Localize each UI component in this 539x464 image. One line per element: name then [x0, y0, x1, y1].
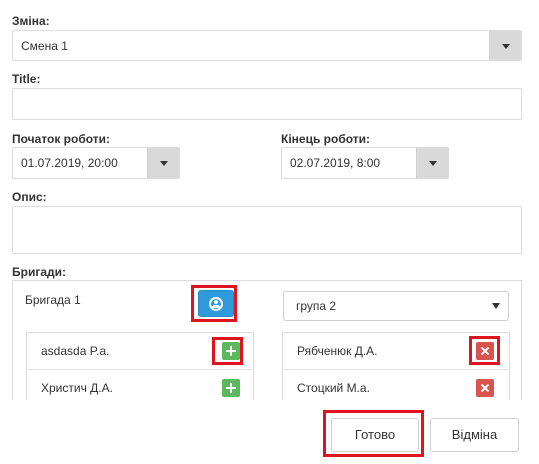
- list-item: Стоцкий М.а.: [283, 369, 509, 400]
- caret-down-icon: [428, 161, 437, 166]
- group-select-value: група 2: [296, 299, 337, 313]
- title-input[interactable]: [12, 88, 522, 120]
- caret-down-icon: [501, 43, 510, 49]
- start-datetime-value: 01.07.2019, 20:00: [21, 156, 118, 170]
- end-dropdown-button[interactable]: [416, 148, 448, 178]
- start-dropdown-button[interactable]: [147, 148, 179, 178]
- remove-member-button[interactable]: [476, 378, 494, 397]
- add-member-button[interactable]: [222, 378, 240, 397]
- user-circle-icon: [209, 296, 223, 311]
- end-label: Кінець роботи:: [281, 132, 371, 146]
- cancel-button[interactable]: Відміна: [430, 418, 519, 452]
- member-name: Стоцкий М.а.: [297, 380, 370, 395]
- group-select[interactable]: група 2: [283, 291, 509, 321]
- shift-label: Зміна:: [12, 14, 50, 28]
- caret-down-icon: [492, 303, 500, 309]
- member-name: Рябченюк Д.А.: [297, 344, 378, 358]
- brigades-label: Бригади:: [12, 265, 66, 279]
- shift-select[interactable]: Смена 1: [12, 30, 522, 61]
- list-item: Рябченюк Д.А.: [283, 333, 509, 369]
- done-button[interactable]: Готово: [331, 418, 419, 452]
- start-datetime-input[interactable]: 01.07.2019, 20:00: [12, 147, 180, 179]
- shift-select-value: Смена 1: [21, 38, 68, 53]
- list-item: Христич Д.А.: [27, 369, 253, 400]
- available-members-list: asdasda P.a. Христич Д.А.: [26, 332, 254, 400]
- caret-down-icon: [159, 161, 168, 166]
- member-name: Христич Д.А.: [41, 380, 113, 395]
- add-member-button[interactable]: [222, 342, 240, 360]
- end-datetime-value: 02.07.2019, 8:00: [290, 156, 381, 170]
- end-datetime-input[interactable]: 02.07.2019, 8:00: [281, 147, 449, 179]
- assigned-members-list: Рябченюк Д.А. Стоцкий М.а.: [282, 332, 510, 400]
- start-label: Початок роботи:: [12, 132, 111, 146]
- title-label: Title:: [12, 72, 41, 86]
- member-name: asdasda P.a.: [41, 344, 110, 358]
- list-item: asdasda P.a.: [27, 333, 253, 369]
- brigade-name: Бригада 1: [25, 293, 81, 307]
- shift-dropdown-button[interactable]: [489, 31, 521, 60]
- assign-user-button[interactable]: [198, 290, 234, 317]
- description-label: Опис:: [12, 190, 47, 204]
- brigades-panel: Бригада 1 група 2 asdasda P.a. Христич Д…: [12, 280, 522, 400]
- description-textarea[interactable]: [12, 206, 522, 254]
- remove-member-button[interactable]: [476, 342, 494, 360]
